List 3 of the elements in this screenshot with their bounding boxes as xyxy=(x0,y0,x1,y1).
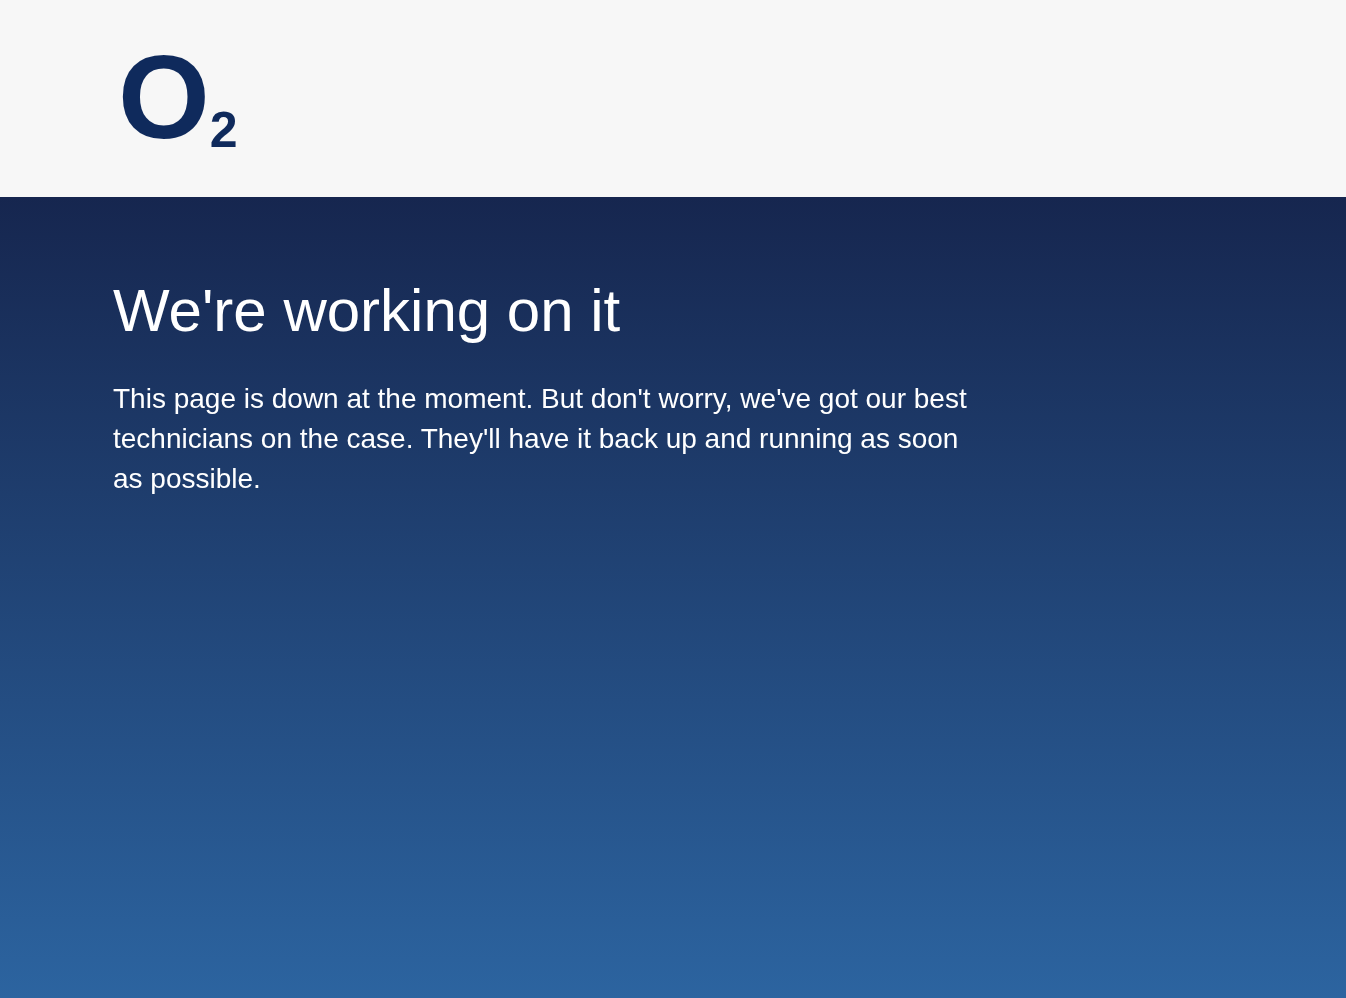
logo: O2 xyxy=(118,30,238,165)
page-heading: We're working on it xyxy=(113,276,622,346)
message-text: This page is down at the moment. But don't worry, we've got our best technicians on the case. They'll have it back up and running as soon as possible. xyxy=(113,382,968,496)
